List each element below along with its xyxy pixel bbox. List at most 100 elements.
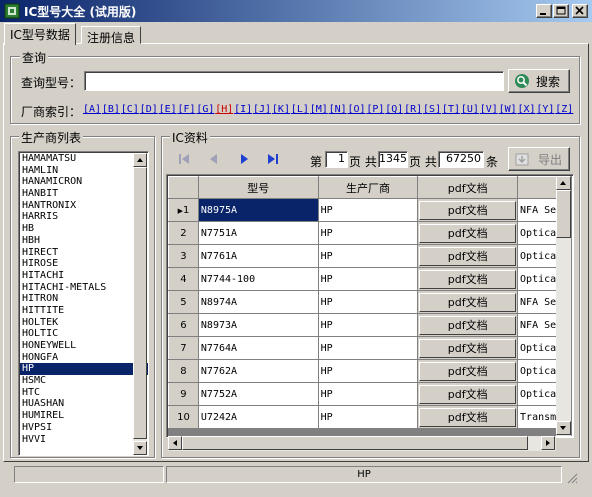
index-letter-link[interactable]: [H]	[215, 104, 234, 115]
cell-model[interactable]: U7242A	[197, 405, 319, 429]
index-letter-link[interactable]: [O]	[347, 104, 366, 115]
pdf-button[interactable]: pdf文档	[419, 338, 517, 358]
index-letter-link[interactable]: [D]	[140, 104, 159, 115]
manufacturer-list-item[interactable]: HITRON	[20, 293, 148, 305]
cell-manufacturer[interactable]: HP	[317, 198, 419, 222]
index-letter-link[interactable]: [V]	[480, 104, 499, 115]
index-letter-link[interactable]: [P]	[366, 104, 385, 115]
pdf-button[interactable]: pdf文档	[419, 200, 517, 220]
row-indicator[interactable]: 10	[168, 405, 199, 429]
tab-ic-data[interactable]: IC型号数据	[4, 23, 76, 45]
tab-registration[interactable]: 注册信息	[81, 26, 142, 45]
close-button[interactable]	[572, 4, 588, 18]
cell-manufacturer[interactable]: HP	[317, 244, 419, 268]
manufacturer-list-item[interactable]: HVVI	[20, 434, 148, 446]
maximize-button[interactable]	[553, 4, 569, 18]
index-letter-link[interactable]: [T]	[442, 104, 461, 115]
row-indicator[interactable]: 5	[168, 290, 199, 314]
row-indicator[interactable]: 3	[168, 244, 199, 268]
cell-manufacturer[interactable]: HP	[317, 313, 419, 337]
index-letter-link[interactable]: [E]	[159, 104, 178, 115]
cell-model[interactable]: N7762A	[197, 359, 319, 383]
row-indicator[interactable]: ▶1	[168, 198, 199, 222]
cell-model[interactable]: N7744-100	[197, 267, 319, 291]
table-row[interactable]: 8 N7762A HP pdf文档 Optica	[168, 359, 572, 383]
index-letter-link[interactable]: [F]	[177, 104, 196, 115]
grid-scroll-right-button[interactable]	[541, 436, 555, 450]
model-search-input[interactable]	[84, 71, 504, 91]
scroll-down-button[interactable]	[133, 441, 147, 455]
export-button[interactable]: 导出	[508, 147, 570, 171]
cell-model[interactable]: N8973A	[197, 313, 319, 337]
manufacturer-list-item[interactable]: HONGFA	[20, 352, 148, 364]
index-letter-link[interactable]: [S]	[423, 104, 442, 115]
pdf-button[interactable]: pdf文档	[419, 246, 517, 266]
index-letter-link[interactable]: [Y]	[536, 104, 555, 115]
cell-manufacturer[interactable]: HP	[317, 290, 419, 314]
table-row[interactable]: 5 N8974A HP pdf文档 NFA Se	[168, 290, 572, 314]
table-row[interactable]: 10 U7242A HP pdf文档 Transm	[168, 405, 572, 429]
manufacturer-list-item[interactable]: HITACHI-METALS	[20, 282, 148, 294]
manufacturer-list-item[interactable]: HIRECT	[20, 247, 148, 259]
manufacturer-list-item[interactable]: HITTITE	[20, 305, 148, 317]
pdf-button[interactable]: pdf文档	[419, 407, 517, 427]
manufacturer-list-item[interactable]: HP	[20, 363, 148, 376]
index-letter-link[interactable]: [C]	[121, 104, 140, 115]
table-row[interactable]: 4 N7744-100 HP pdf文档 Optica	[168, 267, 572, 291]
header-pdf[interactable]: pdf文档	[417, 176, 519, 199]
cell-manufacturer[interactable]: HP	[317, 405, 419, 429]
row-indicator[interactable]: 8	[168, 359, 199, 383]
manufacturer-list-item[interactable]: HVPSI	[20, 422, 148, 434]
cell-manufacturer[interactable]: HP	[317, 336, 419, 360]
index-letter-link[interactable]: [Z]	[555, 104, 574, 115]
pdf-button[interactable]: pdf文档	[419, 384, 517, 404]
table-row[interactable]: ▶1 N8975A HP pdf文档 NFA Se	[168, 198, 572, 222]
index-letter-link[interactable]: [M]	[310, 104, 329, 115]
cell-manufacturer[interactable]: HP	[317, 267, 419, 291]
pdf-button[interactable]: pdf文档	[419, 269, 517, 289]
grid-scroll-down-button[interactable]	[556, 421, 571, 435]
cell-model[interactable]: N7761A	[197, 244, 319, 268]
search-button[interactable]: 搜索	[508, 69, 570, 93]
manufacturer-list-item[interactable]: HANAMICRON	[20, 176, 148, 188]
cell-model[interactable]: N7752A	[197, 382, 319, 406]
grid-scroll-left-button[interactable]	[168, 436, 182, 450]
grid-horizontal-scrollbar[interactable]	[168, 436, 556, 451]
manufacturer-list-item[interactable]: HONEYWELL	[20, 340, 148, 352]
row-indicator[interactable]: 7	[168, 336, 199, 360]
cell-model[interactable]: N7751A	[197, 221, 319, 245]
index-letter-link[interactable]: [G]	[196, 104, 215, 115]
table-row[interactable]: 6 N8973A HP pdf文档 NFA Se	[168, 313, 572, 337]
header-manufacturer[interactable]: 生产厂商	[317, 176, 419, 199]
index-letter-link[interactable]: [L]	[291, 104, 310, 115]
pdf-button[interactable]: pdf文档	[419, 315, 517, 335]
cell-manufacturer[interactable]: HP	[317, 359, 419, 383]
manufacturer-list-item[interactable]: HARRIS	[20, 211, 148, 223]
manufacturer-scrollbar[interactable]	[133, 153, 147, 455]
table-row[interactable]: 3 N7761A HP pdf文档 Optica	[168, 244, 572, 268]
next-page-icon[interactable]	[236, 152, 252, 166]
manufacturer-list-item[interactable]: HB	[20, 223, 148, 235]
index-letter-link[interactable]: [W]	[499, 104, 518, 115]
grid-scroll-thumb[interactable]	[556, 190, 571, 238]
current-page-input[interactable]: 1	[325, 151, 348, 168]
minimize-button[interactable]	[536, 4, 552, 18]
manufacturer-list-item[interactable]: HIROSE	[20, 258, 148, 270]
first-page-icon[interactable]	[176, 152, 192, 166]
manufacturer-list-item[interactable]: HSMC	[20, 375, 148, 387]
index-letter-link[interactable]: [I]	[234, 104, 253, 115]
table-row[interactable]: 2 N7751A HP pdf文档 Optica	[168, 221, 572, 245]
index-letter-link[interactable]: [R]	[404, 104, 423, 115]
last-page-icon[interactable]	[265, 152, 281, 166]
index-letter-link[interactable]: [B]	[102, 104, 121, 115]
manufacturer-list-item[interactable]: HANTRONIX	[20, 200, 148, 212]
grid-vertical-scrollbar[interactable]	[556, 176, 571, 436]
scroll-thumb[interactable]	[133, 167, 147, 439]
index-letter-link[interactable]: [A]	[83, 104, 102, 115]
pdf-button[interactable]: pdf文档	[419, 223, 517, 243]
pdf-button[interactable]: pdf文档	[419, 292, 517, 312]
cell-manufacturer[interactable]: HP	[317, 221, 419, 245]
cell-model[interactable]: N8974A	[197, 290, 319, 314]
manufacturer-list-item[interactable]: HUMIREL	[20, 410, 148, 422]
scroll-up-button[interactable]	[133, 153, 147, 167]
